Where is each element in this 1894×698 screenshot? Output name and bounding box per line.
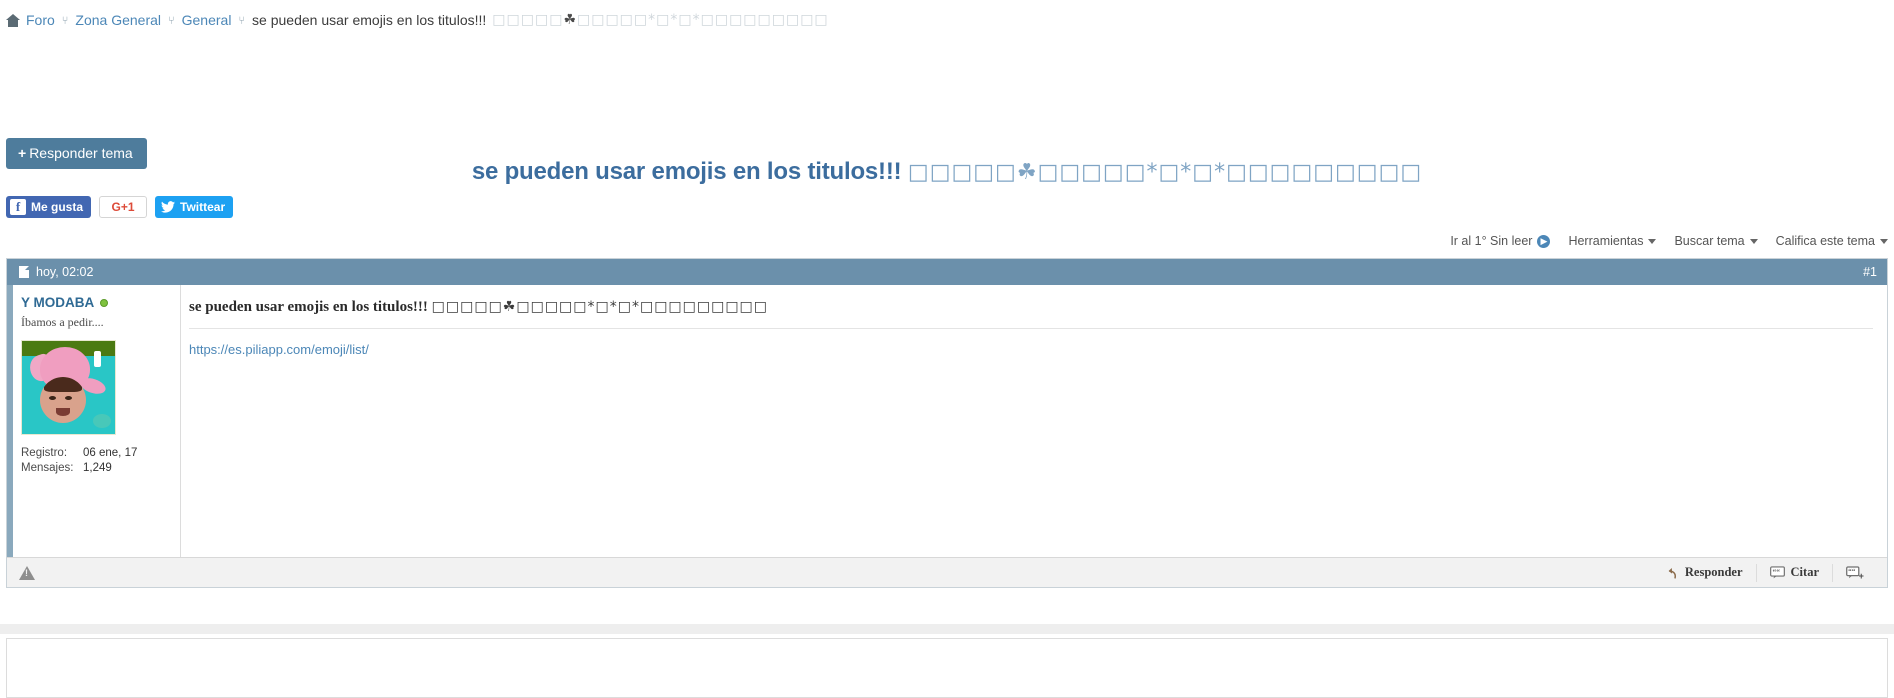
post-emoji-boxes-1: □□□□□ — [431, 299, 503, 315]
avatar-face — [40, 377, 86, 423]
breadcrumb: Foro ⑂ Zona General ⑂ General ⑂ se puede… — [0, 0, 1894, 40]
avatar-eye-right — [65, 396, 72, 400]
facebook-f-icon: f — [10, 199, 26, 215]
search-thread-dropdown[interactable]: Buscar tema — [1674, 234, 1758, 248]
stat-value-mensajes: 1,249 — [83, 462, 112, 474]
rate-thread-label: Califica este tema — [1775, 234, 1875, 248]
page-title: se pueden usar emojis en los titulos!!! … — [0, 158, 1894, 186]
breadcrumb-current-thread: se pueden usar emojis en los titulos!!! — [252, 12, 487, 28]
post-content-link[interactable]: https://es.piliapp.com/emoji/list/ — [189, 342, 369, 357]
post-number-link[interactable]: #1 — [1863, 265, 1877, 279]
post-actions: Responder ““ Citar ““ + — [1652, 563, 1877, 582]
breadcrumb-emoji-clover-icon: ☘ — [563, 12, 577, 28]
post-timestamp[interactable]: hoy, 02:02 — [19, 265, 93, 279]
warning-triangle-icon[interactable] — [19, 565, 35, 580]
breadcrumb-item-general[interactable]: General — [182, 12, 232, 28]
title-emoji-boxes-2: □□□□□ — [1037, 160, 1147, 185]
chevron-down-icon — [1749, 238, 1758, 244]
thread-toolbar: Ir al 1° Sin leer ▶ Herramientas Buscar … — [1450, 234, 1888, 248]
title-emoji-stars: *□*□* — [1146, 160, 1227, 185]
breadcrumb-emoji-boxes-2: □□□□□ — [577, 12, 649, 28]
quote-post-label: Citar — [1790, 565, 1819, 579]
post-emoji-stars: *□*□* — [587, 299, 640, 315]
post-container: hoy, 02:02 #1 Y MODABA Íbamos a pedir...… — [6, 258, 1888, 588]
multiquote-post-button[interactable]: ““ + — [1832, 563, 1877, 582]
quote-bubble-icon: ““ — [1769, 566, 1785, 579]
avatar-eye-left — [49, 396, 56, 400]
twitter-tweet-label: Twittear — [180, 200, 226, 214]
avatar-hair — [44, 377, 82, 392]
goto-first-unread-link[interactable]: Ir al 1° Sin leer ▶ — [1450, 234, 1551, 248]
post-body: Y MODABA Íbamos a pedir.... Registro: 06… — [7, 285, 1887, 557]
breadcrumb-item-foro[interactable]: Foro — [26, 12, 55, 28]
reply-arrow-icon — [1668, 567, 1676, 579]
post-content: se pueden usar emojis en los titulos!!! … — [181, 285, 1887, 557]
post-emoji-clover-icon: ☘ — [502, 299, 517, 315]
page-title-text: se pueden usar emojis en los titulos!!! — [471, 158, 902, 185]
post-author-link[interactable]: Y MODABA — [21, 295, 109, 310]
title-emoji-boxes-1: □□□□□ — [907, 160, 1017, 185]
page-gap-strip — [0, 624, 1894, 634]
quote-post-button[interactable]: ““ Citar — [1755, 563, 1832, 582]
post-author-name: Y MODABA — [21, 295, 95, 310]
avatar-bush — [93, 414, 111, 428]
avatar-stick — [94, 351, 101, 367]
stat-label-mensajes: Mensajes: — [21, 462, 74, 474]
stat-row: Mensajes: 1,249 — [21, 462, 170, 474]
post-header-bar: hoy, 02:02 #1 — [7, 259, 1887, 285]
title-emoji-clover-icon: ☘ — [1016, 160, 1038, 185]
post-timestamp-label: hoy, 02:02 — [36, 265, 94, 279]
twitter-tweet-button[interactable]: Twittear — [155, 196, 234, 218]
rate-thread-dropdown[interactable]: Califica este tema — [1776, 234, 1888, 248]
breadcrumb-item-zona-general[interactable]: Zona General — [75, 12, 161, 28]
breadcrumb-separator: ⑂ — [168, 15, 175, 27]
post-content-heading-text: se pueden usar emojis en los titulos!!! — [189, 299, 428, 315]
svg-text:+: + — [1859, 570, 1864, 579]
tools-dropdown[interactable]: Herramientas — [1568, 234, 1657, 248]
social-share-bar: f Me gusta G+1 Twittear — [6, 196, 234, 218]
chevron-down-icon — [1648, 238, 1657, 244]
post-content-heading: se pueden usar emojis en los titulos!!! … — [189, 299, 1873, 329]
facebook-like-button[interactable]: f Me gusta — [6, 196, 92, 218]
goto-first-unread-label: Ir al 1° Sin leer — [1450, 234, 1533, 248]
home-icon[interactable] — [6, 13, 20, 27]
avatar-mouth — [56, 408, 70, 416]
avatar[interactable] — [21, 340, 116, 435]
post-emoji-boxes-3: □□□□□□□□□ — [639, 299, 769, 315]
breadcrumb-emoji-boxes-3: □□□□□□□□□ — [700, 12, 829, 28]
breadcrumb-emoji-stars: *□*□* — [648, 12, 701, 28]
post-footer-bar: Responder ““ Citar ““ + — [7, 557, 1887, 587]
post-author-stats: Registro: 06 ene, 17 Mensajes: 1,249 — [21, 447, 170, 474]
post-author-title: Íbamos a pedir.... — [21, 315, 104, 329]
stat-value-registro: 06 ene, 17 — [83, 447, 138, 459]
breadcrumb-separator: ⑂ — [61, 15, 69, 27]
title-emoji-boxes-3: □□□□□□□□□ — [1226, 160, 1423, 185]
google-plus-one-button[interactable]: G+1 — [99, 196, 148, 218]
post-emoji-boxes-2: □□□□□ — [516, 299, 588, 315]
breadcrumb-separator: ⑂ — [238, 15, 246, 27]
unread-circle-icon: ▶ — [1537, 234, 1551, 248]
stat-label-registro: Registro: — [21, 447, 68, 459]
online-status-icon — [100, 298, 109, 307]
facebook-like-label: Me gusta — [31, 200, 84, 214]
breadcrumb-emoji-boxes-1: □□□□□ — [492, 12, 564, 28]
reply-post-button[interactable]: Responder — [1652, 564, 1756, 582]
bottom-panel — [6, 638, 1888, 698]
svg-text:““: ““ — [1772, 567, 1780, 576]
reply-post-label: Responder — [1684, 565, 1743, 579]
tools-label: Herramientas — [1568, 234, 1644, 248]
chevron-down-icon — [1880, 238, 1888, 244]
post-user-panel: Y MODABA Íbamos a pedir.... Registro: 06… — [13, 285, 181, 557]
multiquote-plus-icon: ““ + — [1846, 565, 1864, 580]
google-plus-one-label: G+1 — [111, 200, 135, 214]
stat-row: Registro: 06 ene, 17 — [21, 447, 170, 459]
twitter-bird-icon — [161, 201, 176, 213]
document-icon — [19, 266, 29, 278]
svg-text:““: ““ — [1848, 567, 1856, 575]
search-thread-label: Buscar tema — [1674, 234, 1745, 248]
